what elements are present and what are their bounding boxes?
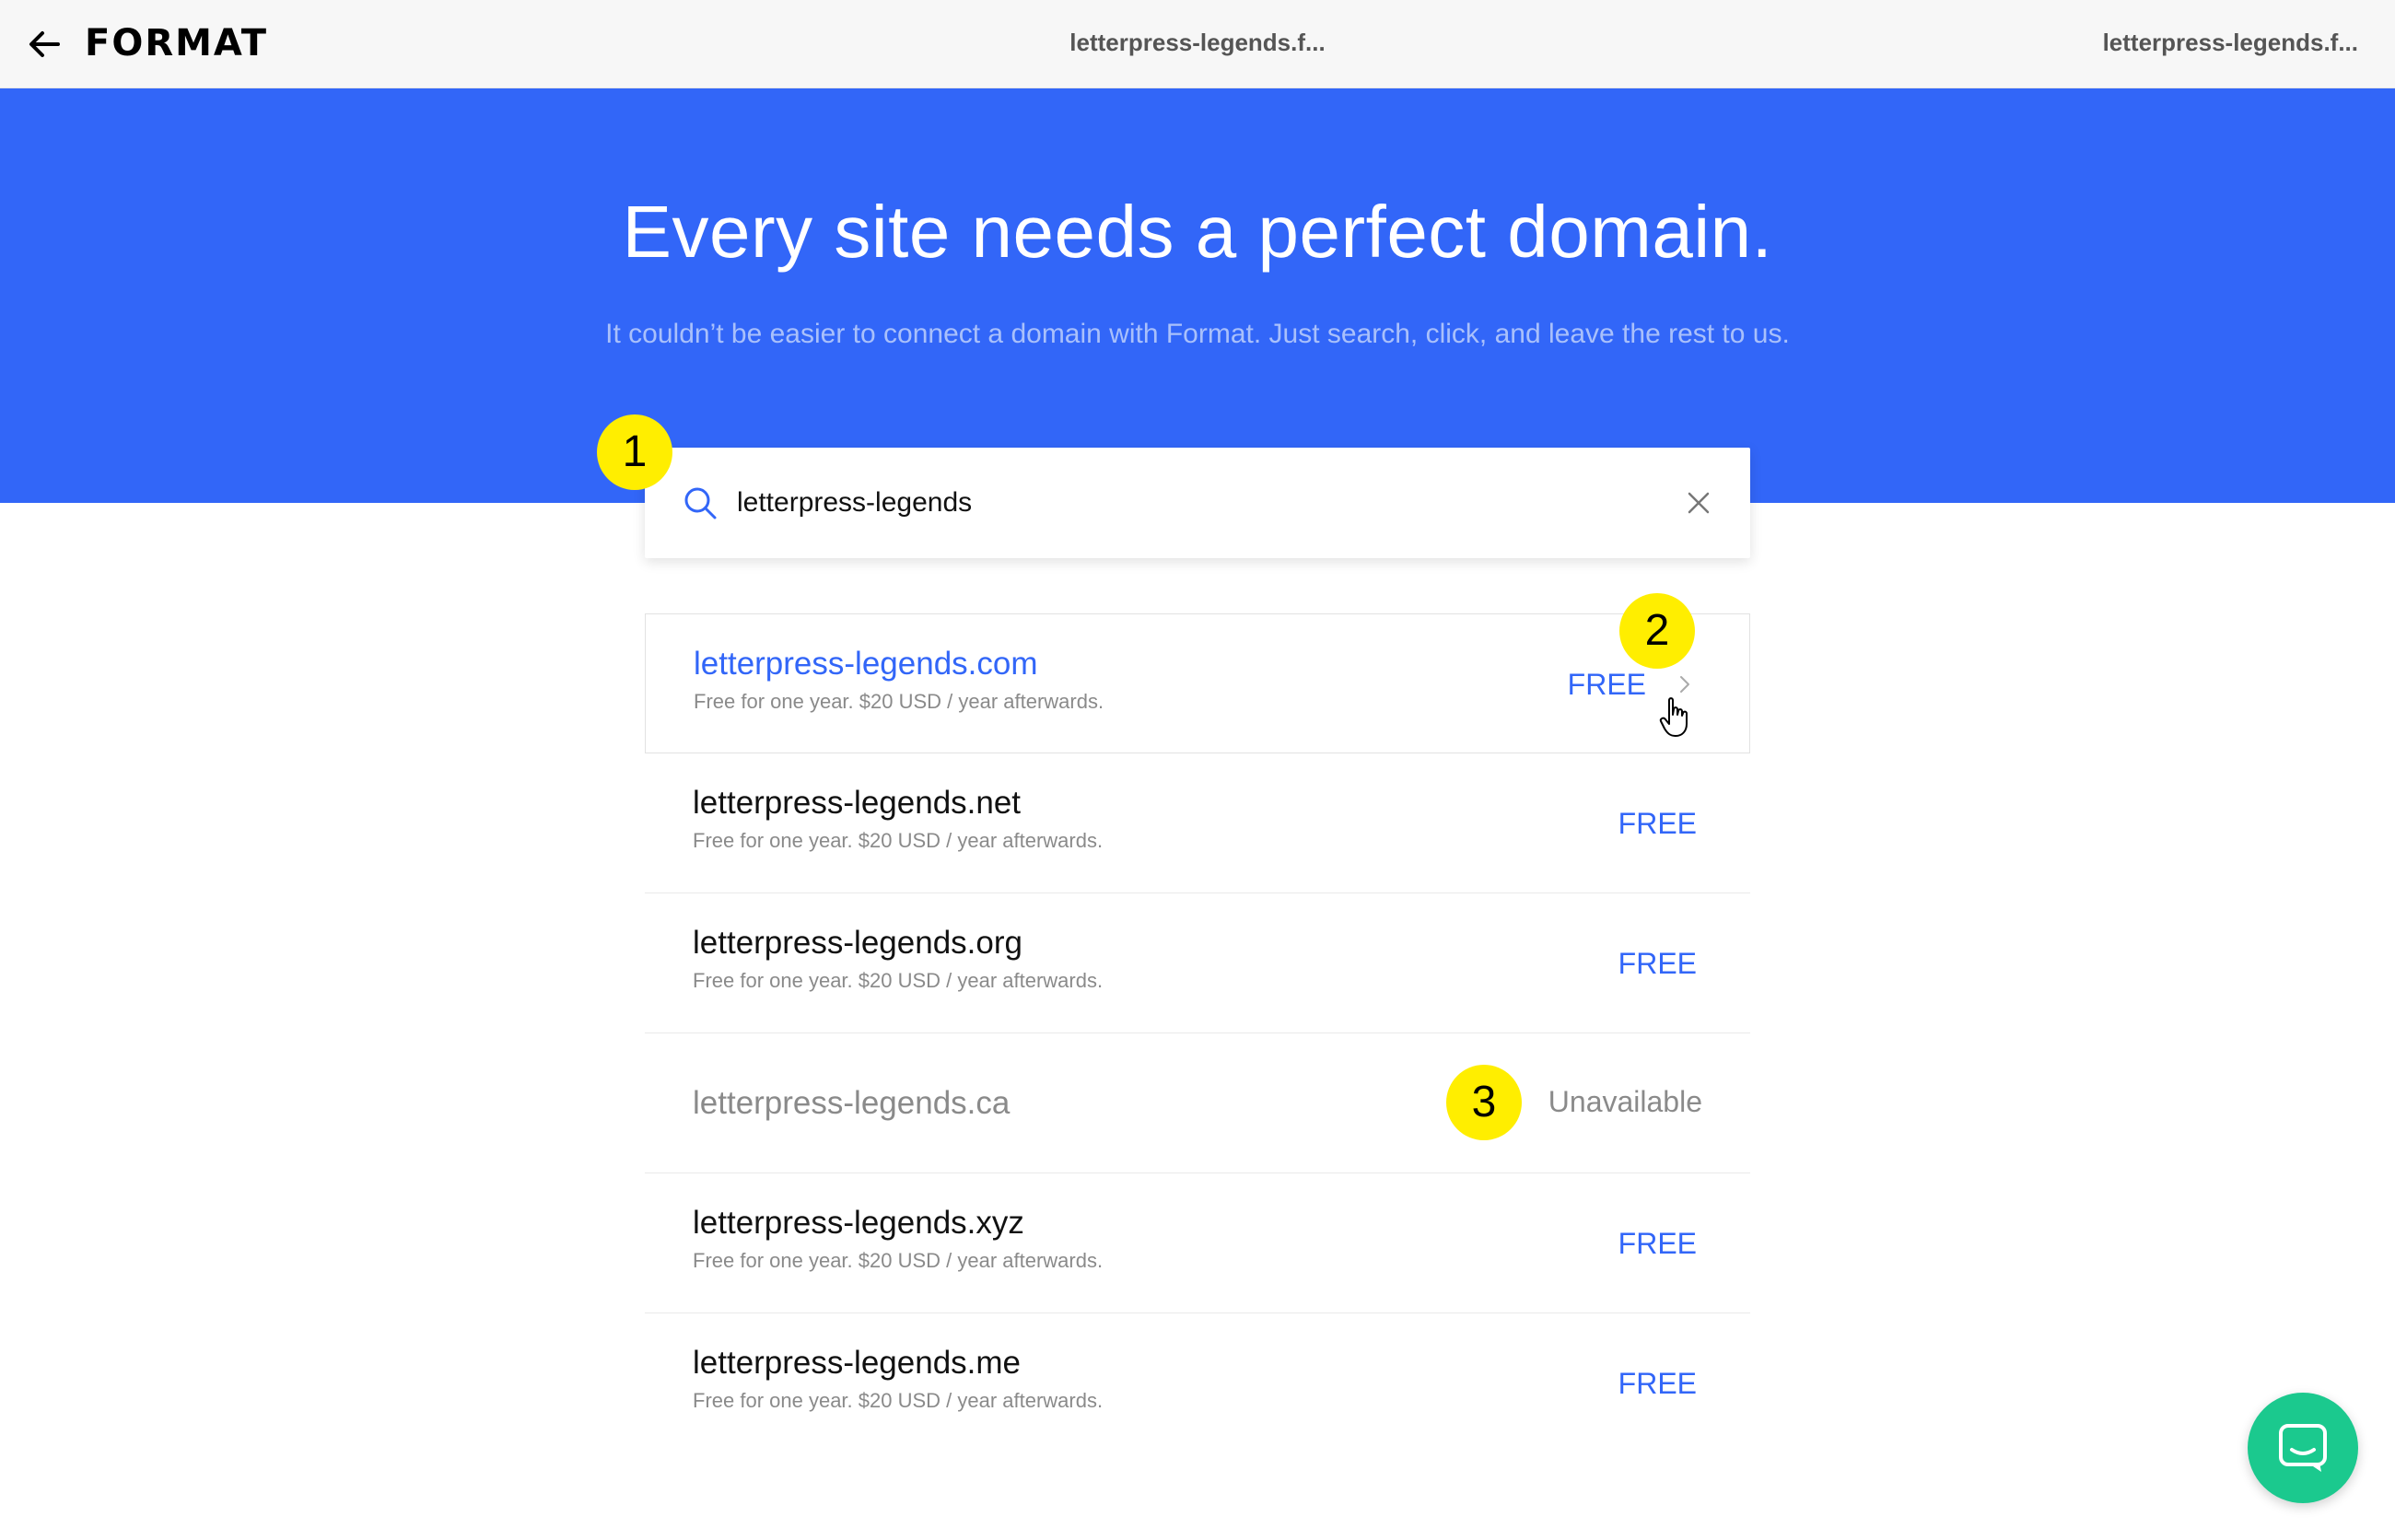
domain-row-com[interactable]: letterpress-legends.com Free for one yea… [645,613,1750,753]
chat-icon [2279,1424,2327,1472]
hand-pointer-icon [1659,697,1688,737]
domain-pricing-note: Free for one year. $20 USD / year afterw… [693,1389,1104,1412]
domain-pricing-note: Free for one year. $20 USD / year afterw… [693,1249,1104,1272]
domain-price: FREE [1618,1227,1697,1260]
domain-pricing-note: Free for one year. $20 USD / year afterw… [693,829,1104,852]
domain-price: FREE [1567,668,1646,701]
search-icon [684,487,717,519]
domain-pricing-note: Free for one year. $20 USD / year afterw… [694,690,1104,713]
domain-name: letterpress-legends.com [694,646,1038,682]
chat-button[interactable] [2248,1393,2358,1503]
top-bar: FORMAT letterpress-legends.f... letterpr… [0,0,2395,88]
domain-name: letterpress-legends.org [693,925,1022,961]
back-button[interactable] [24,24,64,64]
step-marker-1: 1 [597,414,672,490]
chevron-right-icon [1680,676,1689,693]
domain-name: letterpress-legends.xyz [693,1205,1024,1241]
close-icon[interactable] [1682,486,1715,519]
domain-results-list: letterpress-legends.com Free for one yea… [645,613,1750,1453]
domain-status-unavailable: Unavailable [1548,1085,1702,1118]
page-subtitle: It couldn’t be easier to connect a domai… [605,319,1790,349]
breadcrumb-domain[interactable]: letterpress-legends.f... [2073,24,2358,61]
step-marker-3: 3 [1446,1065,1522,1140]
domain-name: letterpress-legends.net [693,785,1022,821]
domain-row-me[interactable]: letterpress-legends.me Free for one year… [645,1313,1750,1453]
step-marker-2: 2 [1619,593,1695,669]
domain-price: FREE [1618,1367,1697,1400]
breadcrumb-site[interactable]: letterpress-legends.f... [1059,24,1336,61]
domain-name: letterpress-legends.me [693,1345,1021,1381]
page-title: Every site needs a perfect domain. [622,191,1773,273]
format-logo[interactable]: FORMAT [85,20,268,66]
domain-price: FREE [1618,947,1697,980]
arrow-left-icon [29,31,60,57]
domain-price: FREE [1618,807,1697,840]
domain-name: letterpress-legends.ca [693,1085,1011,1121]
domain-row-ca: letterpress-legends.ca Unavailable [645,1033,1750,1173]
hero-banner: Every site needs a perfect domain. It co… [0,88,2395,503]
domain-row-org[interactable]: letterpress-legends.org Free for one yea… [645,893,1750,1033]
domain-pricing-note: Free for one year. $20 USD / year afterw… [693,969,1104,992]
domain-row-xyz[interactable]: letterpress-legends.xyz Free for one yea… [645,1173,1750,1313]
domain-search-box [645,448,1750,558]
domain-search-input[interactable] [737,475,1621,531]
domain-row-net[interactable]: letterpress-legends.net Free for one yea… [645,753,1750,893]
